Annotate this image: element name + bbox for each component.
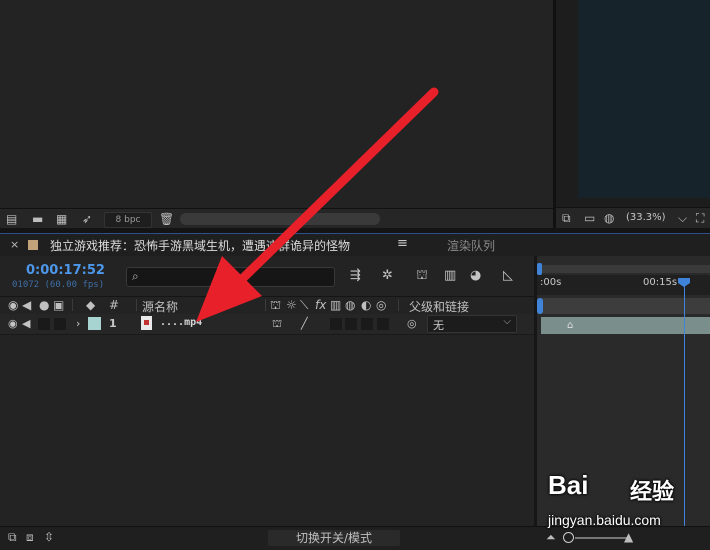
adjustment-switch-icon[interactable]: ◐ bbox=[361, 298, 371, 312]
close-icon[interactable]: × bbox=[10, 238, 19, 251]
watermark-logo-cn: 经验 bbox=[630, 480, 675, 505]
collapse-switch-icon[interactable]: ☼ bbox=[286, 298, 297, 312]
layer-row[interactable]: ◉ ◀ › 1 ....mp4 ⛫ ╱ ◎ 无 ⌵ bbox=[0, 314, 536, 335]
column-parent[interactable]: 父级和链接 bbox=[409, 298, 469, 315]
layer-name[interactable]: ....mp4 bbox=[160, 317, 202, 328]
frame-blend-switch-icon[interactable]: ▥ bbox=[330, 298, 341, 312]
3d-layer-switch-icon[interactable]: ◎ bbox=[376, 298, 386, 312]
lock-icon[interactable]: ▣ bbox=[53, 298, 64, 312]
layer-frameblend-toggle[interactable] bbox=[345, 318, 357, 330]
tab-render-queue[interactable]: 渲染队列 bbox=[447, 237, 495, 254]
layer-audio-icon[interactable]: ◀ bbox=[22, 317, 30, 330]
chevron-right-icon[interactable]: › bbox=[76, 317, 80, 330]
in-out-icon[interactable]: ⇳ bbox=[44, 530, 54, 544]
time-navigator-handle[interactable] bbox=[537, 298, 543, 314]
composition-canvas[interactable] bbox=[578, 0, 710, 198]
layer-shy-switch-icon[interactable]: ⛫ bbox=[272, 317, 282, 332]
eye-icon[interactable]: ◉ bbox=[8, 298, 18, 312]
panel-menu-icon[interactable]: ≡ bbox=[397, 236, 408, 251]
bpc-button[interactable]: 8 bpc bbox=[104, 212, 152, 228]
project-panel bbox=[0, 0, 553, 210]
zoom-level[interactable]: (33.3%) bbox=[626, 211, 672, 225]
transfer-controls-icon[interactable]: ⧈ bbox=[26, 530, 34, 544]
trash-icon[interactable]: 🗑 bbox=[159, 212, 174, 226]
composition-icon[interactable]: ▦ bbox=[56, 212, 67, 226]
layer-search-input[interactable]: ⌕ bbox=[126, 267, 335, 287]
solo-icon[interactable]: ● bbox=[39, 298, 49, 312]
chevron-down-icon[interactable]: ⌵ bbox=[678, 211, 687, 225]
search-icon: ⌕ bbox=[132, 269, 139, 283]
project-scrollbar[interactable] bbox=[180, 213, 380, 225]
parent-value: 无 bbox=[433, 319, 444, 332]
layer-label-color[interactable] bbox=[88, 317, 101, 330]
timeline-tab-bar: × 独立游戏推荐：恐怖手游黑域生机，遭遇这群诡异的怪物 ≡ 渲染队列 bbox=[0, 234, 710, 256]
layer-3d-toggle[interactable] bbox=[377, 318, 389, 330]
layer-number: 1 bbox=[109, 317, 117, 330]
layer-column-header: ◉ ◀ ● ▣ ◆ # 源名称 ⛫ ☼ ⟍ fx ▥ ◍ ◐ ◎ 父级和链接 bbox=[0, 296, 536, 315]
label-icon[interactable]: ◆ bbox=[86, 298, 95, 312]
frame-readout: 01072 (60.00 fps) bbox=[12, 280, 105, 290]
watermark-logo: Bai bbox=[548, 470, 589, 500]
column-separator bbox=[136, 299, 137, 311]
layer-quality-switch-icon[interactable]: ╱ bbox=[301, 317, 308, 330]
project-footer: ▤ ▬ ▦ ➶ 8 bpc 🗑 bbox=[0, 208, 553, 229]
region-icon[interactable]: ⛶ bbox=[696, 211, 704, 225]
shy-layers-icon[interactable]: ⛫ bbox=[416, 268, 428, 285]
folder-icon[interactable]: ▬ bbox=[32, 212, 43, 226]
video-file-icon bbox=[141, 316, 152, 330]
viewer-footer: ⧉ ▭ ◍ (33.3%) ⌵ ⛶ bbox=[556, 207, 710, 229]
graph-editor-icon[interactable]: ◺ bbox=[503, 268, 513, 283]
work-area-start-handle[interactable] bbox=[537, 263, 542, 275]
draft-3d-icon[interactable]: ✲ bbox=[382, 268, 393, 283]
column-separator bbox=[72, 299, 73, 311]
column-separator bbox=[398, 299, 399, 311]
toggle-switches-modes-button[interactable]: 切换开关/模式 bbox=[268, 530, 400, 546]
composition-color-swatch bbox=[28, 240, 38, 250]
layer-solo-toggle[interactable] bbox=[38, 318, 50, 330]
snapshot-icon[interactable]: ⧉ bbox=[562, 211, 571, 225]
column-number[interactable]: # bbox=[109, 298, 119, 312]
current-timecode[interactable]: 0:00:17:52 bbox=[26, 263, 105, 278]
shy-switch-icon[interactable]: ⛫ bbox=[270, 298, 281, 314]
motion-blur-switch-icon[interactable]: ◍ bbox=[345, 298, 355, 312]
render-icon[interactable]: ➶ bbox=[82, 212, 92, 226]
layer-visibility-icon[interactable]: ◉ bbox=[8, 317, 18, 330]
parent-dropdown[interactable]: 无 ⌵ bbox=[427, 315, 517, 333]
layer-switches-icon[interactable]: ⧉ bbox=[8, 530, 17, 544]
pick-whip-icon[interactable]: ◎ bbox=[407, 317, 417, 330]
composition-tab[interactable]: 独立游戏推荐：恐怖手游黑域生机，遭遇这群诡异的怪物 bbox=[50, 237, 350, 254]
watermark-url: jingyan.baidu.com bbox=[548, 512, 661, 528]
layer-motionblur-toggle[interactable] bbox=[361, 318, 373, 330]
frame-blending-icon[interactable]: ▥ bbox=[444, 268, 456, 283]
work-area-bar[interactable] bbox=[537, 265, 710, 273]
monitor-icon[interactable]: ▭ bbox=[584, 211, 595, 225]
quality-switch-icon[interactable]: ⟍ bbox=[300, 298, 308, 313]
fx-switch[interactable]: fx bbox=[315, 298, 326, 312]
composition-flowchart-icon[interactable]: ⇶ bbox=[350, 268, 361, 283]
ruler-tick-start: :00s bbox=[540, 277, 562, 288]
layer-fx-toggle[interactable] bbox=[330, 318, 342, 330]
layer-lock-toggle[interactable] bbox=[54, 318, 66, 330]
chevron-down-icon: ⌵ bbox=[503, 316, 511, 327]
column-separator bbox=[265, 299, 266, 311]
column-source-name[interactable]: 源名称 bbox=[142, 298, 178, 315]
mask-icon[interactable]: ◍ bbox=[604, 211, 614, 225]
baidu-jingyan-watermark: Bai 经验 jingyan.baidu.com bbox=[548, 470, 708, 540]
ruler-tick-15s: 00:15s bbox=[643, 277, 678, 288]
layer-marker-icon[interactable]: ⌂ bbox=[567, 320, 573, 331]
composition-viewer[interactable] bbox=[556, 0, 710, 228]
audio-icon[interactable]: ◀ bbox=[22, 298, 31, 312]
interpret-footage-icon[interactable]: ▤ bbox=[6, 212, 17, 226]
motion-blur-icon[interactable]: ◕ bbox=[470, 268, 481, 283]
